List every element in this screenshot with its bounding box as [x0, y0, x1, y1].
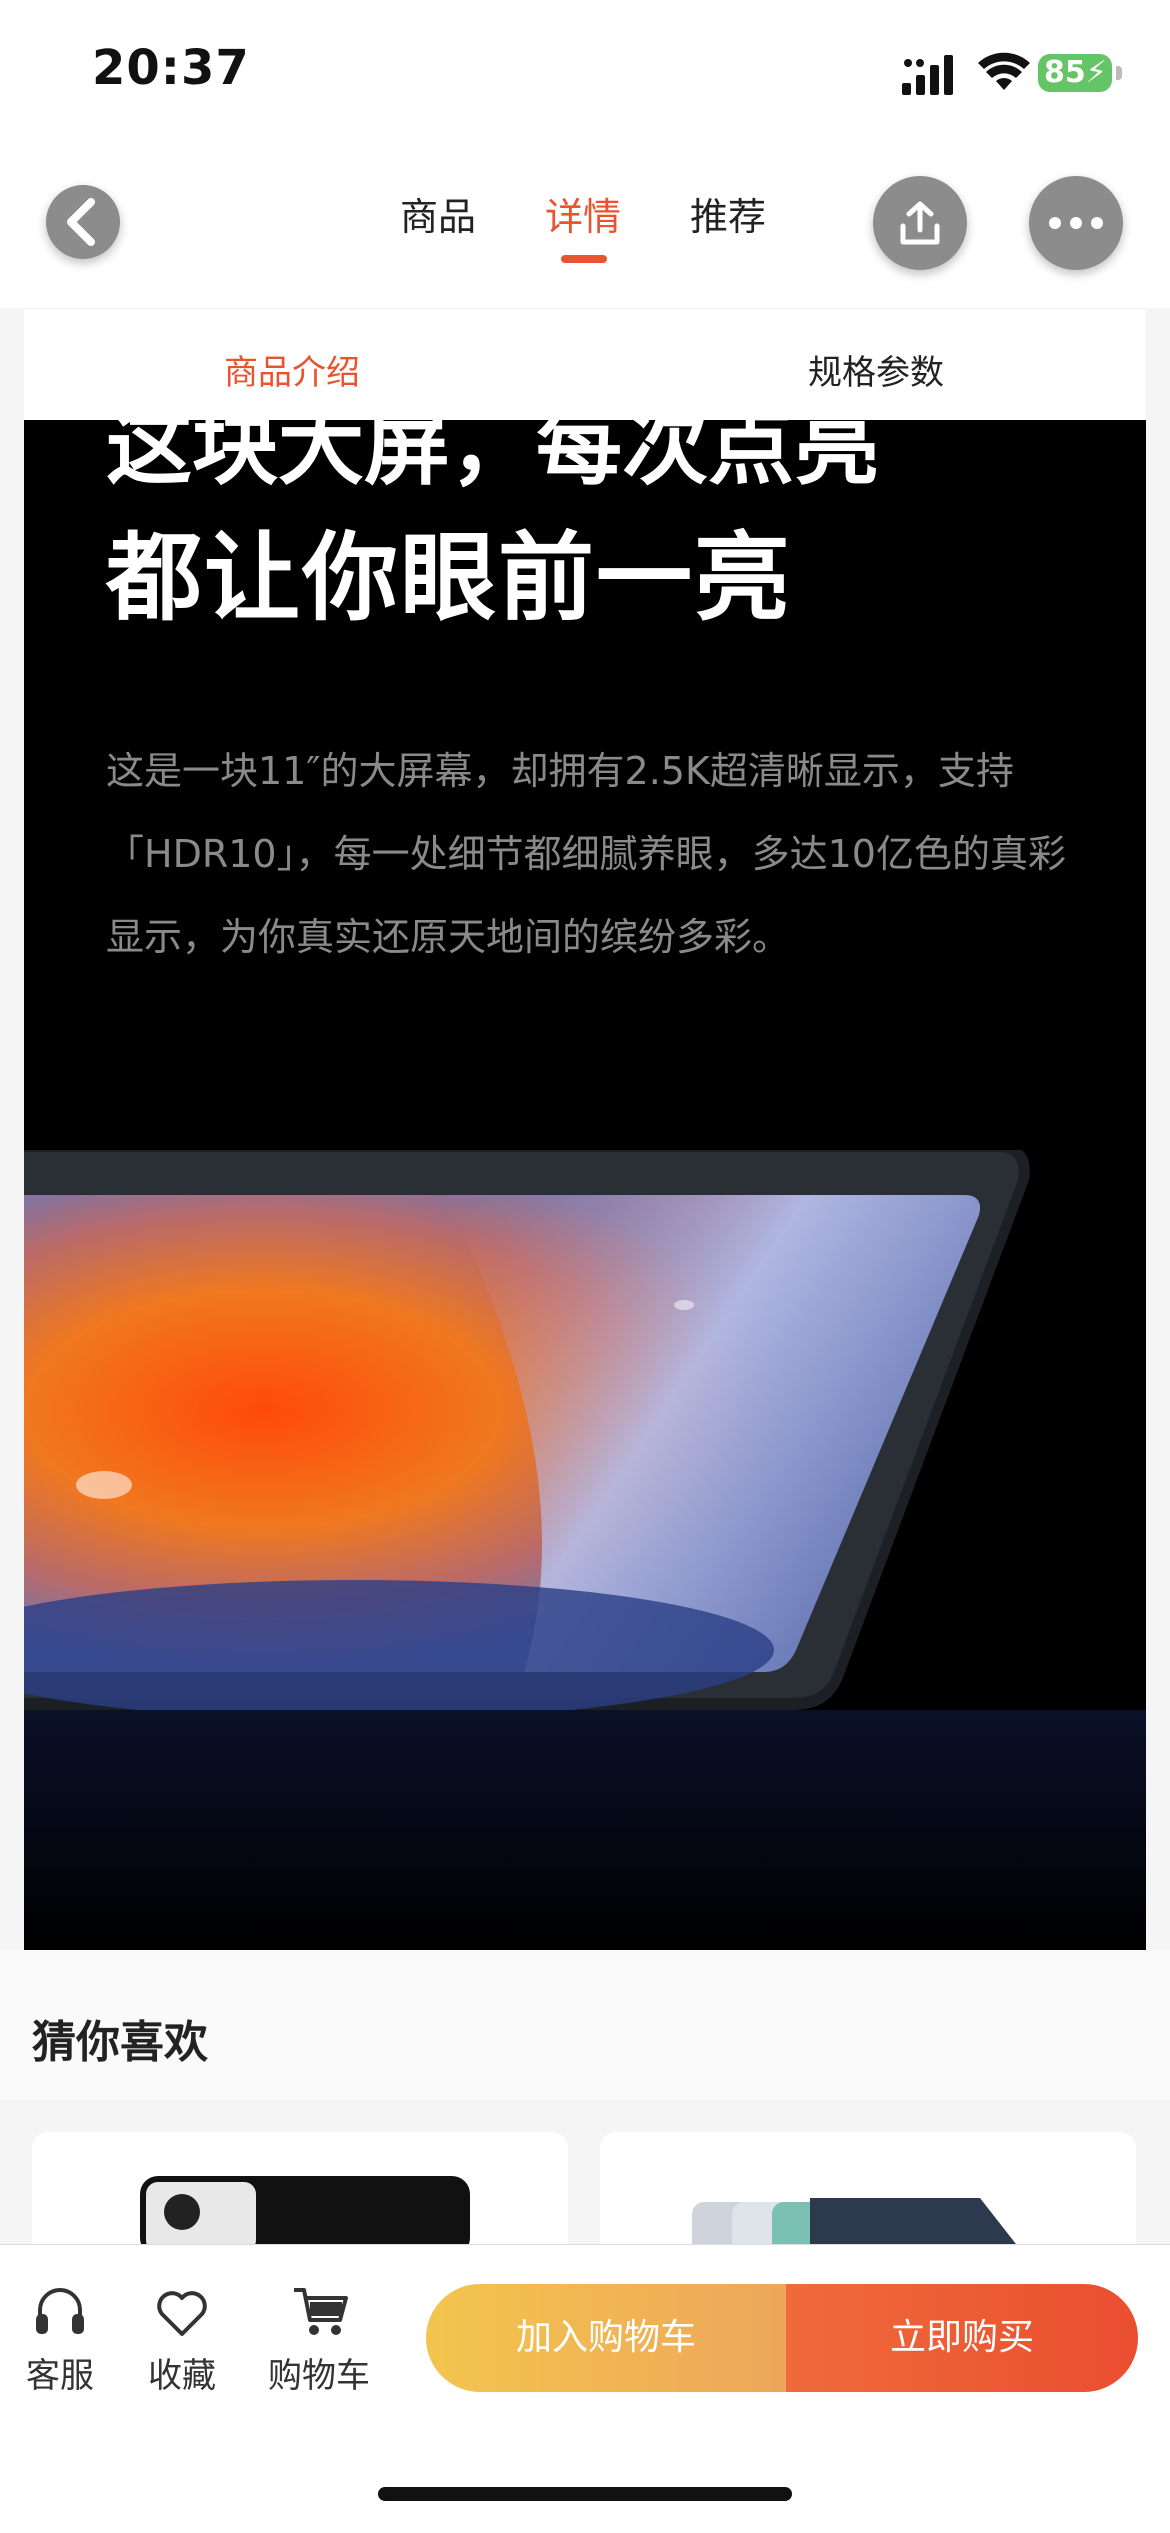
add-to-cart-button[interactable]: 加入购物车	[426, 2284, 786, 2392]
customer-service-label[interactable]: 客服	[26, 2348, 94, 2397]
home-indicator	[378, 2487, 792, 2501]
status-time: 20:37	[92, 40, 250, 96]
more-button[interactable]	[1029, 176, 1123, 270]
wifi-icon	[978, 52, 1030, 90]
detail-subtabs	[24, 308, 1146, 421]
share-button[interactable]	[873, 176, 967, 270]
tab-recommend[interactable]: 推荐	[690, 186, 766, 241]
battery-level: 85	[1044, 55, 1086, 90]
battery-indicator: 85⚡	[1038, 54, 1122, 92]
more-dots-icon	[1049, 217, 1103, 229]
subtab-product-intro[interactable]: 商品介绍	[224, 345, 360, 394]
subtab-specifications[interactable]: 规格参数	[808, 345, 944, 394]
recommend-title: 猜你喜欢	[32, 2017, 208, 2068]
tablet-product-thumbnail	[692, 2198, 1030, 2262]
buy-now-button[interactable]: 立即购买	[786, 2284, 1138, 2392]
headset-icon[interactable]	[30, 2282, 90, 2342]
cart-icon[interactable]	[290, 2282, 350, 2342]
headline: 都让你眼前一亮	[106, 522, 792, 634]
heart-icon[interactable]	[152, 2282, 212, 2342]
headline-partial: 这块大屏，每次点亮	[106, 420, 880, 497]
tab-goods[interactable]: 商品	[400, 186, 476, 241]
tablet-product-image	[24, 1150, 1146, 1950]
cart-label[interactable]: 购物车	[268, 2348, 370, 2397]
tab-detail[interactable]: 详情	[545, 186, 621, 241]
favorite-label[interactable]: 收藏	[148, 2348, 216, 2397]
active-tab-indicator	[561, 255, 607, 263]
back-button[interactable]	[46, 185, 120, 259]
cellular-signal-icon	[902, 55, 953, 95]
feature-description: 这是一块11″的大屏幕，却拥有2.5K超清晰显示，支持「HDR10」，每一处细节…	[106, 749, 1066, 959]
product-detail-banner: 这块大屏，每次点亮 都让你眼前一亮 这是一块11″的大屏幕，却拥有2.5K超清晰…	[24, 420, 1146, 1950]
share-icon	[900, 201, 940, 245]
phone-product-thumbnail	[140, 2176, 470, 2256]
chevron-left-icon	[67, 198, 95, 246]
